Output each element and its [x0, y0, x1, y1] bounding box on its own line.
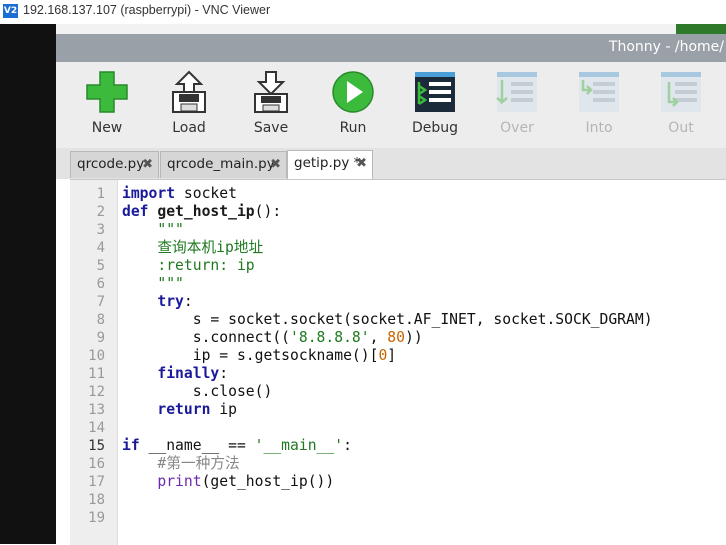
line-number: 13	[88, 402, 105, 418]
line-number: 19	[88, 510, 105, 526]
line-number: 6	[96, 276, 105, 292]
tab-close-icon[interactable]: ✖	[142, 152, 153, 177]
code-editor[interactable]: 1 2 3 4 5 6 7 8 9 10 11 12 13 14 15 16 1…	[70, 179, 726, 545]
code-line[interactable]: ip = s.getsockname()[0]	[122, 347, 653, 365]
tab-qrcode[interactable]: qrcode.py ✖	[70, 151, 159, 178]
code-text-area[interactable]: import socket def get_host_ip(): """ 查询本机…	[122, 185, 653, 527]
code-line[interactable]	[122, 419, 653, 437]
tab-qrcode-main[interactable]: qrcode_main.py ✖	[160, 151, 287, 178]
code-line[interactable]: s.close()	[122, 383, 653, 401]
step-into-button[interactable]: Into	[568, 66, 630, 144]
save-button[interactable]: Save	[240, 66, 302, 144]
line-number: 10	[88, 348, 105, 364]
editor-tab-bar: qrcode.py ✖ qrcode_main.py ✖ getip.py * …	[56, 148, 726, 179]
line-number: 12	[88, 384, 105, 400]
code-line[interactable]: """	[122, 275, 653, 293]
load-button[interactable]: Load	[158, 66, 220, 144]
line-number: 16	[88, 456, 105, 472]
debug-icon	[415, 72, 455, 112]
code-line[interactable]: if __name__ == '__main__':	[122, 437, 653, 455]
code-line[interactable]: 查询本机ip地址	[122, 239, 653, 257]
step-out-icon	[661, 72, 701, 112]
tab-getip[interactable]: getip.py * ✖	[287, 150, 373, 179]
line-number: 5	[96, 258, 105, 274]
step-out-button[interactable]: Out	[650, 66, 712, 144]
tab-close-icon[interactable]: ✖	[270, 152, 281, 177]
line-number: 3	[96, 222, 105, 238]
vnc-logo-icon: V2	[3, 4, 18, 18]
line-number: 11	[88, 366, 105, 382]
desktop-strip	[56, 24, 726, 34]
code-line[interactable]: def get_host_ip():	[122, 203, 653, 221]
code-line[interactable]: import socket	[122, 185, 653, 203]
tab-close-icon[interactable]: ✖	[356, 151, 367, 176]
code-line[interactable]: s.connect(('8.8.8.8', 80))	[122, 329, 653, 347]
code-line[interactable]: :return: ip	[122, 257, 653, 275]
run-play-icon	[332, 71, 374, 113]
toolbar: New Load Save Run Debug Over Into Out	[56, 62, 726, 148]
line-number: 2	[96, 204, 105, 220]
code-line[interactable]: s = socket.socket(socket.AF_INET, socket…	[122, 311, 653, 329]
line-number: 18	[88, 492, 105, 508]
code-line[interactable]: try:	[122, 293, 653, 311]
desktop-background	[0, 24, 56, 544]
code-line[interactable]: print(get_host_ip())	[122, 473, 653, 491]
debug-button[interactable]: Debug	[404, 66, 466, 144]
code-line[interactable]: """	[122, 221, 653, 239]
line-number: 7	[96, 294, 105, 310]
run-button[interactable]: Run	[322, 66, 384, 144]
code-line[interactable]: #第一种方法	[122, 455, 653, 473]
window-title: Thonny - /home/	[608, 39, 724, 55]
desktop-wallpaper-corner	[676, 24, 726, 34]
code-line[interactable]: finally:	[122, 365, 653, 383]
new-button[interactable]: New	[76, 66, 138, 144]
code-line[interactable]	[122, 509, 653, 527]
code-line[interactable]: return ip	[122, 401, 653, 419]
step-into-icon	[579, 72, 619, 112]
line-number-current: 15	[88, 438, 105, 454]
new-file-plus-icon	[86, 71, 128, 113]
step-over-button[interactable]: Over	[486, 66, 548, 144]
line-number-gutter: 1 2 3 4 5 6 7 8 9 10 11 12 13 14 15 16 1…	[70, 180, 118, 545]
line-number: 1	[96, 186, 105, 202]
thonny-title-bar[interactable]: Thonny - /home/	[56, 34, 726, 62]
vnc-window-title: 192.168.137.107 (raspberrypi) - VNC View…	[23, 3, 271, 17]
vnc-title-bar: V2 192.168.137.107 (raspberrypi) - VNC V…	[0, 0, 726, 24]
code-line[interactable]	[122, 491, 653, 509]
step-over-icon	[496, 72, 537, 112]
save-floppy-icon	[254, 71, 288, 113]
line-number: 9	[96, 330, 105, 346]
line-number: 17	[88, 474, 105, 490]
line-number: 14	[88, 420, 105, 436]
line-number: 4	[96, 240, 105, 256]
line-number: 8	[96, 312, 105, 328]
load-floppy-icon	[172, 70, 206, 113]
